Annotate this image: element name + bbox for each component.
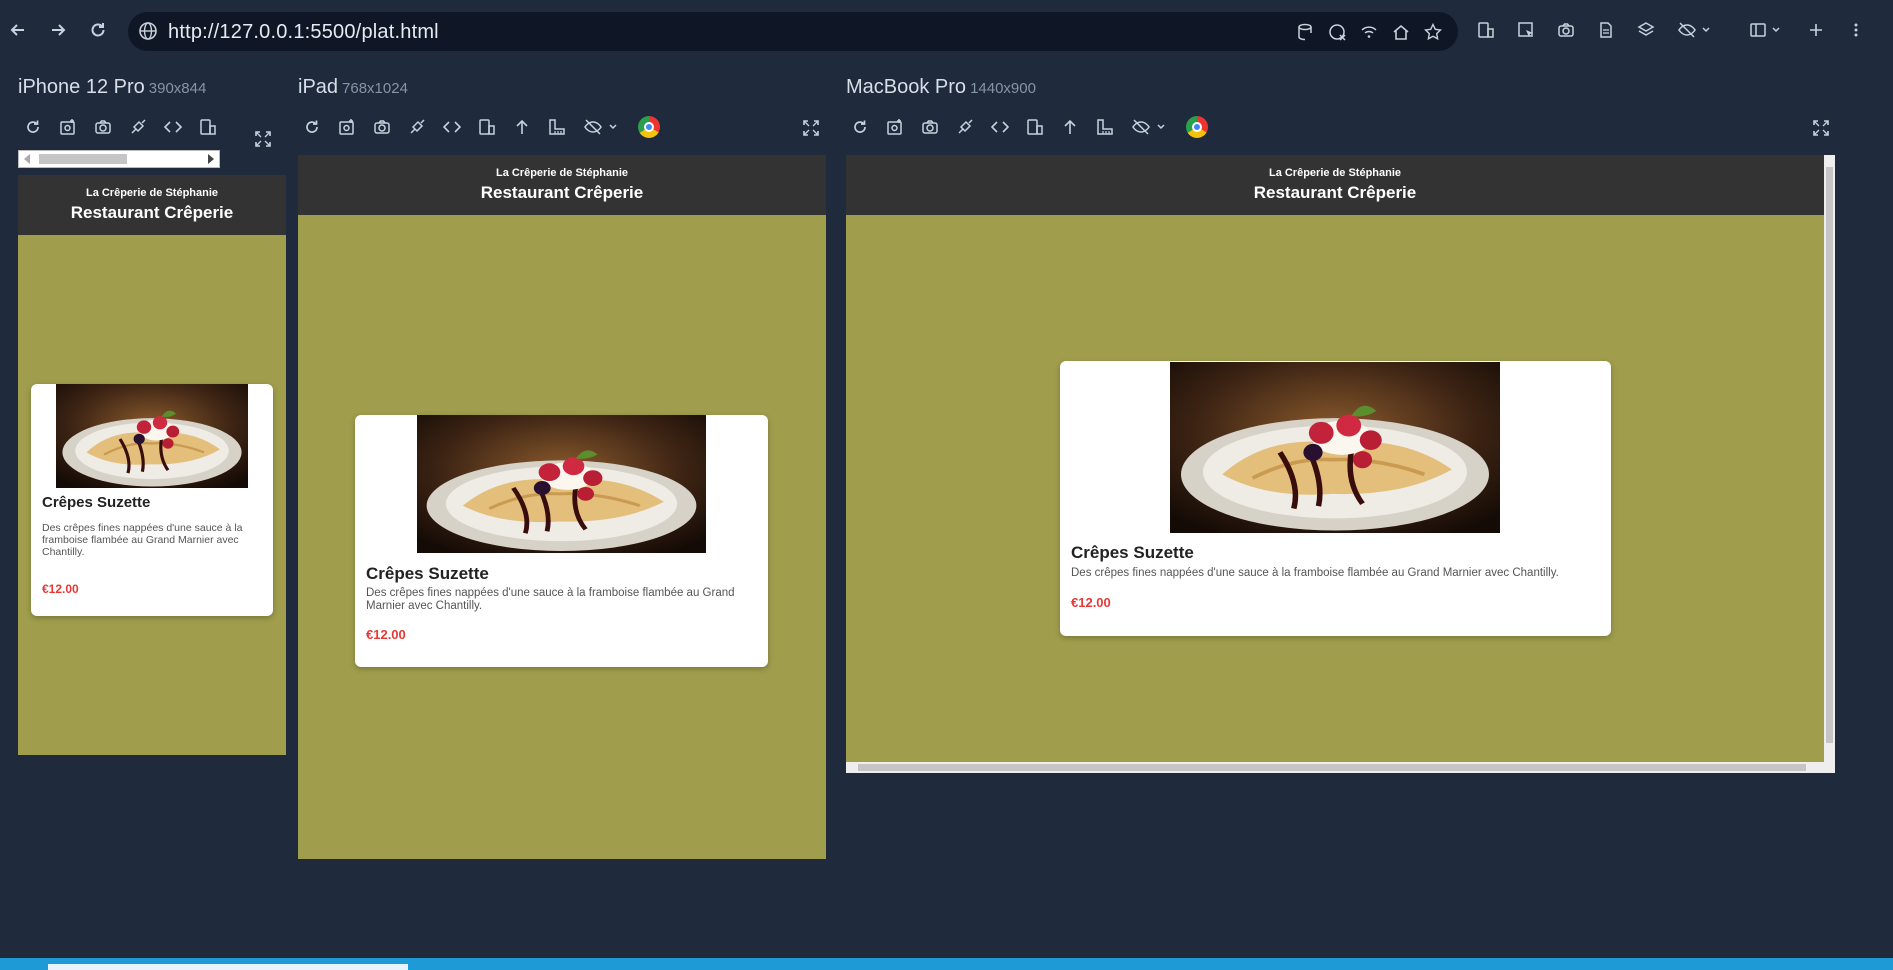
dish-name: Crêpes Suzette (366, 564, 489, 583)
dish-card[interactable]: Crêpes Suzette Des crêpes fines nappées … (1060, 361, 1611, 636)
expand-icon[interactable] (252, 128, 274, 150)
browser-toolbar: http://127.0.0.1:5500/plat.html (0, 0, 1893, 62)
dish-name: Crêpes Suzette (1071, 543, 1194, 562)
camera-icon[interactable] (1555, 19, 1577, 41)
eye-off-icon[interactable] (581, 116, 625, 138)
iphone-viewport: La Crêperie de Stéphanie Restaurant Crêp… (18, 175, 286, 755)
device-name: iPad (298, 76, 339, 98)
chrome-icon[interactable] (638, 116, 660, 138)
sync-link-icon[interactable] (954, 116, 976, 138)
wifi-off-icon[interactable] (1358, 21, 1380, 43)
dish-description: Des crêpes fines nappées d'une sauce à l… (1071, 567, 1559, 579)
address-bar[interactable]: http://127.0.0.1:5500/plat.html (128, 12, 1458, 51)
vertical-scrollbar[interactable] (1824, 155, 1835, 765)
site-header: La Crêperie de Stéphanie Restaurant Crêp… (846, 155, 1824, 215)
screenshot-full-icon[interactable] (336, 116, 358, 138)
site-subtitle: La Crêperie de Stéphanie (1268, 167, 1402, 179)
dish-description: Des crêpes fines nappées d'une sauce à l… (366, 587, 735, 613)
site-title: Restaurant Crêperie (1253, 183, 1417, 202)
device-resolution: 768x1024 (342, 80, 408, 97)
device-toolbar-iphone (22, 116, 219, 138)
reload-icon[interactable] (301, 116, 323, 138)
arrow-up-icon[interactable] (1059, 116, 1081, 138)
back-icon[interactable] (4, 16, 32, 44)
site-title: Restaurant Crêperie (70, 203, 234, 222)
eye-off-icon[interactable] (1129, 116, 1173, 138)
dish-price: €12.00 (1071, 595, 1111, 610)
expand-icon[interactable] (1810, 117, 1832, 139)
globe-icon (138, 21, 160, 43)
camera-icon[interactable] (371, 116, 393, 138)
site-title: Restaurant Crêperie (480, 183, 644, 202)
camera-icon[interactable] (92, 116, 114, 138)
sync-link-icon[interactable] (406, 116, 428, 138)
device-resolution: 390x844 (148, 80, 207, 97)
ipad-viewport: La Crêperie de Stéphanie Restaurant Crêp… (298, 155, 826, 859)
star-icon[interactable] (1422, 21, 1444, 43)
new-tab-icon[interactable] (1805, 19, 1827, 41)
screenshot-full-icon[interactable] (884, 116, 906, 138)
macbook-viewport: La Crêperie de Stéphanie Restaurant Crêp… (846, 155, 1824, 762)
rotate-device-icon[interactable] (1024, 116, 1046, 138)
crepe-photo (417, 415, 706, 553)
horizontal-scrollbar[interactable] (18, 150, 220, 168)
crepe-photo (56, 384, 248, 488)
active-indicator (48, 964, 408, 970)
scrollbar-thumb[interactable] (858, 764, 1806, 771)
code-icon[interactable] (989, 116, 1011, 138)
responsive-icon[interactable] (1475, 19, 1497, 41)
site-subtitle: La Crêperie de Stéphanie (85, 187, 219, 199)
cookie-blocked-icon[interactable] (1326, 21, 1348, 43)
crepe-photo (1170, 362, 1500, 533)
scrollbar-thumb[interactable] (39, 154, 127, 164)
device-resolution: 1440x900 (970, 80, 1036, 97)
dish-price: €12.00 (42, 582, 79, 596)
device-toolbar-macbook (849, 116, 1208, 138)
device-label-macbook: MacBook Pro 1440x900 (846, 76, 1036, 99)
dish-card[interactable]: Crêpes Suzette Des crêpes fines nappées … (31, 384, 273, 616)
eye-off-icon[interactable] (1675, 19, 1715, 41)
inspect-icon[interactable] (1515, 19, 1537, 41)
horizontal-scrollbar[interactable] (846, 762, 1835, 773)
expand-icon[interactable] (800, 117, 822, 139)
site-header: La Crêperie de Stéphanie Restaurant Crêp… (18, 175, 286, 235)
screenshot-full-icon[interactable] (57, 116, 79, 138)
forward-icon[interactable] (44, 16, 72, 44)
dish-card[interactable]: Crêpes Suzette Des crêpes fines nappées … (355, 415, 768, 667)
device-toolbar-ipad (301, 116, 660, 138)
site-header: La Crêperie de Stéphanie Restaurant Crêp… (298, 155, 826, 215)
camera-icon[interactable] (919, 116, 941, 138)
status-bar (0, 958, 1893, 970)
home-icon[interactable] (1390, 21, 1412, 43)
device-label-ipad: iPad 768x1024 (298, 76, 408, 99)
rotate-device-icon[interactable] (476, 116, 498, 138)
scroll-right-arrow[interactable] (208, 154, 214, 164)
dish-price: €12.00 (366, 627, 406, 642)
reload-icon[interactable] (849, 116, 871, 138)
url-text[interactable]: http://127.0.0.1:5500/plat.html (168, 21, 439, 44)
ruler-icon[interactable] (546, 116, 568, 138)
device-label-iphone: iPhone 12 Pro 390x844 (18, 76, 206, 99)
reload-icon[interactable] (84, 16, 112, 44)
code-icon[interactable] (441, 116, 463, 138)
document-icon[interactable] (1595, 19, 1617, 41)
rotate-device-icon[interactable] (197, 116, 219, 138)
reload-icon[interactable] (22, 116, 44, 138)
device-name: MacBook Pro (846, 76, 967, 98)
dish-description: Des crêpes fines nappées d'une sauce à l… (42, 522, 243, 559)
ruler-icon[interactable] (1094, 116, 1116, 138)
arrow-up-icon[interactable] (511, 116, 533, 138)
scroll-left-arrow[interactable] (24, 154, 30, 164)
device-name: iPhone 12 Pro (18, 76, 145, 98)
site-subtitle: La Crêperie de Stéphanie (495, 167, 629, 179)
panel-icon[interactable] (1747, 19, 1787, 41)
code-icon[interactable] (162, 116, 184, 138)
scrollbar-thumb[interactable] (1826, 167, 1833, 743)
database-icon[interactable] (1294, 21, 1316, 43)
layers-icon[interactable] (1635, 19, 1657, 41)
chrome-icon[interactable] (1186, 116, 1208, 138)
dish-name: Crêpes Suzette (42, 494, 151, 511)
sync-link-icon[interactable] (127, 116, 149, 138)
menu-icon[interactable] (1845, 19, 1867, 41)
